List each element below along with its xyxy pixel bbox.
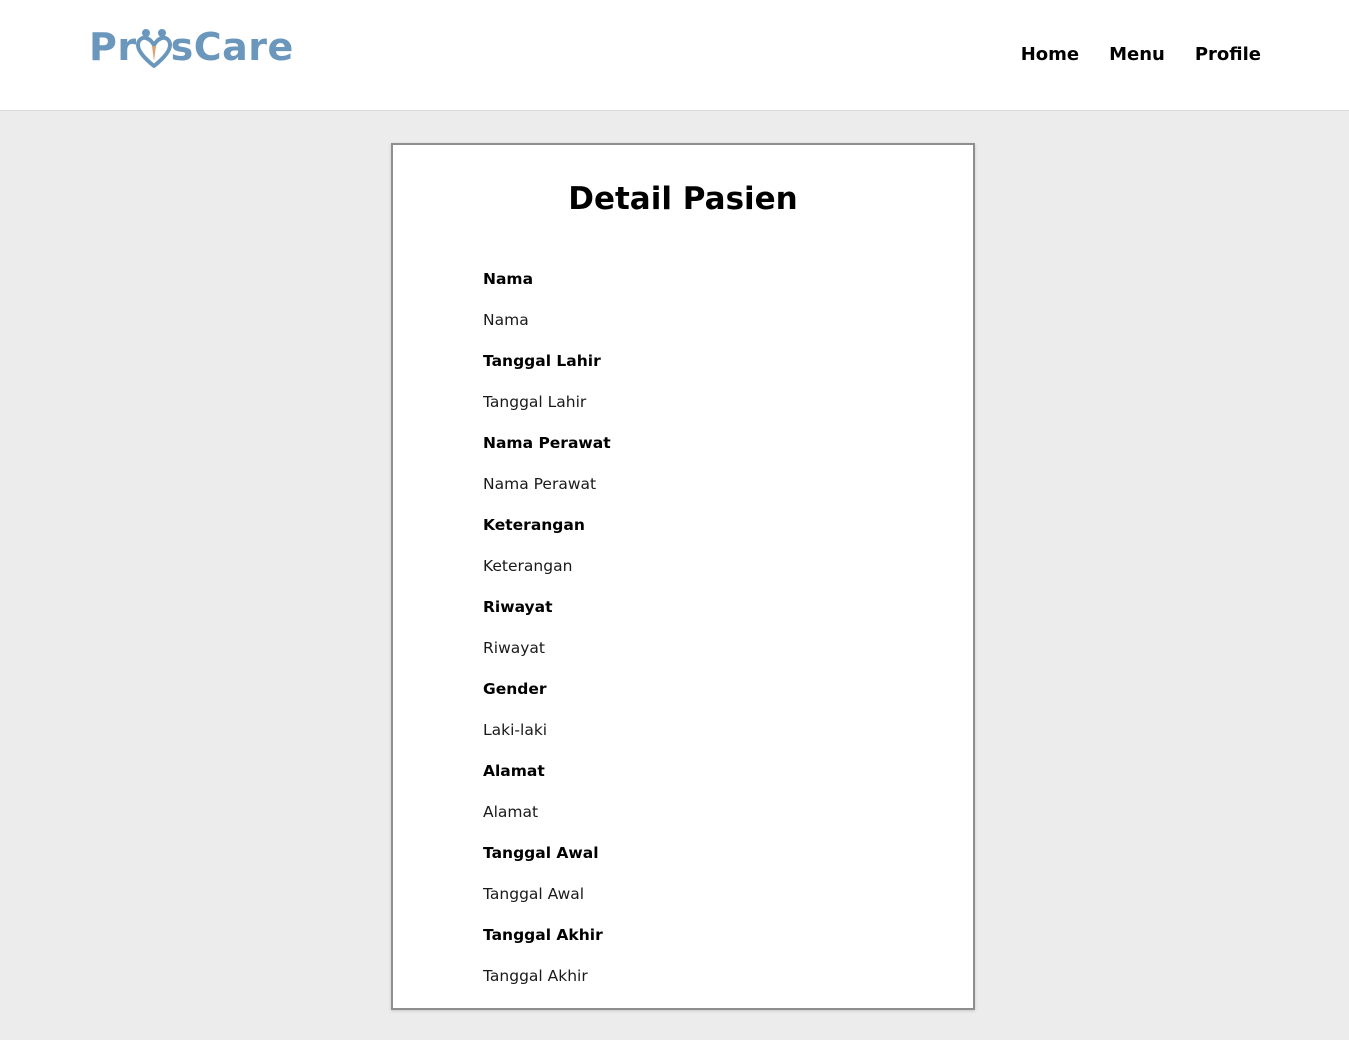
nav-profile-link[interactable]: Profile: [1195, 44, 1261, 66]
field-value-keterangan: Keterangan: [483, 557, 573, 575]
heart-caregiver-icon: [135, 25, 172, 69]
field-value-tanggal-awal: Tanggal Awal: [483, 885, 585, 903]
logo-text-end: sCare: [170, 25, 294, 69]
field-label-tanggal-awal: Tanggal Awal: [483, 844, 599, 862]
field-value-tanggal-lahir: Tanggal Lahir: [483, 393, 587, 411]
logo-text-start: Pr: [89, 25, 137, 69]
nav-home-link[interactable]: Home: [1021, 44, 1079, 66]
field-value-tanggal-akhir: Tanggal Akhir: [483, 967, 588, 985]
patient-detail-card: Detail Pasien Nama Nama Tanggal Lahir Ta…: [391, 143, 975, 1010]
main-nav: Home Menu Profile: [1021, 44, 1261, 66]
proscare-logo[interactable]: Pr sCare: [89, 22, 294, 72]
field-value-nama: Nama: [483, 311, 529, 329]
patient-detail-list: Nama Nama Tanggal Lahir Tanggal Lahir Na…: [483, 259, 903, 997]
nav-menu-link[interactable]: Menu: [1109, 44, 1165, 66]
navbar: Pr sCare Home Menu Profile: [0, 0, 1349, 111]
field-label-keterangan: Keterangan: [483, 516, 585, 534]
field-label-riwayat: Riwayat: [483, 598, 553, 616]
field-label-tanggal-lahir: Tanggal Lahir: [483, 352, 601, 370]
field-value-alamat: Alamat: [483, 803, 539, 821]
field-label-alamat: Alamat: [483, 762, 545, 780]
field-label-nama-perawat: Nama Perawat: [483, 434, 611, 452]
field-label-tanggal-akhir: Tanggal Akhir: [483, 926, 603, 944]
field-label-gender: Gender: [483, 680, 547, 698]
field-value-gender: Laki-laki: [483, 721, 548, 739]
field-value-nama-perawat: Nama Perawat: [483, 475, 597, 493]
field-label-nama: Nama: [483, 270, 534, 288]
page-title: Detail Pasien: [568, 181, 798, 217]
field-value-riwayat: Riwayat: [483, 639, 545, 657]
